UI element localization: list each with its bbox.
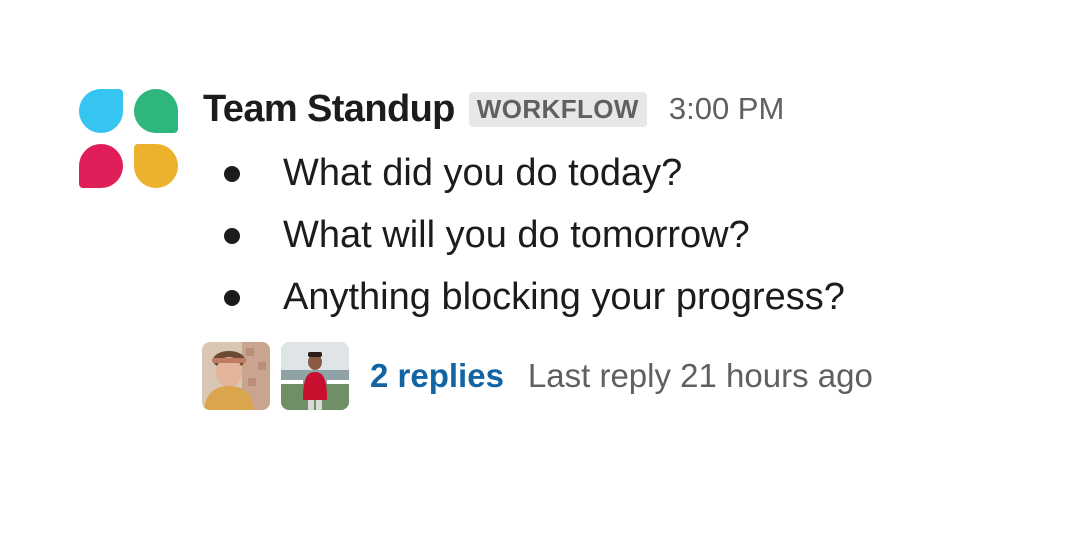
workflow-app-icon[interactable] [79,89,179,189]
workflow-badge: WORKFLOW [468,91,647,127]
list-item-text: Anything blocking your progress? [283,276,845,318]
avatar-woman-icon[interactable] [202,341,270,410]
sender-name[interactable]: Team Standup [203,88,455,131]
blue-petal-icon [79,89,123,133]
bullet-icon [224,228,240,244]
message: Team Standup WORKFLOW 3:00 PM What did y… [0,0,1087,538]
red-petal-icon [79,144,123,188]
thread-summary: 2 replies Last reply 21 hours ago [202,341,873,410]
yellow-petal-icon [134,144,178,188]
list-item: What will you do tomorrow? [210,207,845,269]
bullet-list: What did you do today? What will you do … [210,145,845,331]
bullet-icon [224,166,240,182]
list-item: What did you do today? [210,145,845,207]
message-timestamp[interactable]: 3:00 PM [669,91,784,127]
avatar-man-icon[interactable] [281,341,349,410]
bullet-icon [224,290,240,306]
list-item-text: What did you do today? [283,152,683,194]
list-item-text: What will you do tomorrow? [283,214,750,256]
message-header: Team Standup WORKFLOW 3:00 PM [203,86,784,132]
list-item: Anything blocking your progress? [210,269,845,331]
replies-link[interactable]: 2 replies [370,357,504,395]
green-petal-icon [134,89,178,133]
last-reply-text: Last reply 21 hours ago [527,356,873,394]
